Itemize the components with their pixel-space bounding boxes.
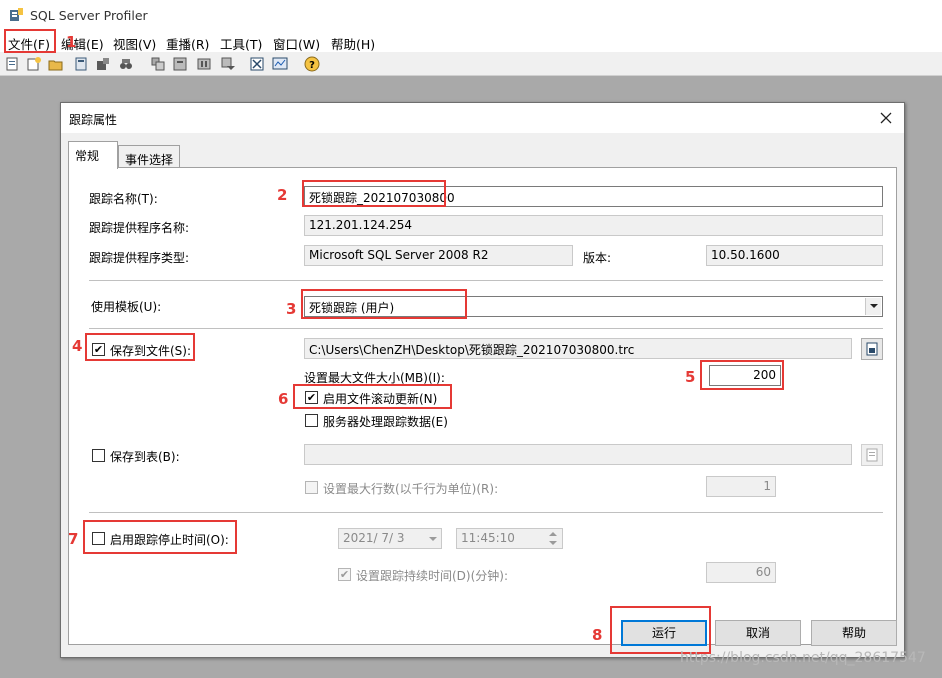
scroll-icon[interactable] xyxy=(219,56,235,72)
version-field: 10.50.1600 xyxy=(706,245,883,266)
clear-trace-icon[interactable] xyxy=(249,56,265,72)
server-processes-checkbox[interactable] xyxy=(305,414,318,427)
performance-monitor-icon[interactable] xyxy=(272,56,288,72)
new-template-icon[interactable] xyxy=(26,56,42,72)
dialog-titlebar: 跟踪属性 xyxy=(61,103,904,133)
server-processes-label: 服务器处理跟踪数据(E) xyxy=(323,415,448,429)
annotation-number: 8 xyxy=(592,626,603,644)
annotation-box-trace-name xyxy=(302,180,446,207)
menu-help[interactable]: 帮助(H) xyxy=(331,34,375,53)
menu-replay[interactable]: 重播(R) xyxy=(166,34,209,53)
stop-icon[interactable] xyxy=(196,56,212,72)
tab-general[interactable]: 常规 xyxy=(68,141,118,169)
annotation-box-template xyxy=(301,289,467,319)
divider xyxy=(89,512,883,513)
spinner-arrows-icon xyxy=(549,532,557,545)
menu-window[interactable]: 窗口(W) xyxy=(273,34,320,53)
stop-date-picker[interactable]: 2021/ 7/ 3 xyxy=(338,528,442,549)
annotation-number: 2 xyxy=(277,186,288,204)
annotation-box-save-to-file xyxy=(85,333,195,361)
trace-name-label: 跟踪名称(T): xyxy=(89,192,158,206)
app-titlebar: SQL Server Profiler xyxy=(0,0,942,30)
stop-date-value: 2021/ 7/ 3 xyxy=(343,531,405,545)
template-dropdown-button[interactable] xyxy=(865,298,881,315)
annotation-box-max-file-size xyxy=(700,360,784,390)
max-rows-checkbox[interactable] xyxy=(305,481,318,494)
cancel-button[interactable]: 取消 xyxy=(715,620,801,646)
save-file-icon xyxy=(866,342,878,356)
provider-type-field: Microsoft SQL Server 2008 R2 xyxy=(304,245,573,266)
annotation-box-file-menu xyxy=(4,29,56,53)
annotation-number: 7 xyxy=(68,530,79,548)
annotation-number: 5 xyxy=(685,368,696,386)
stop-time-value: 11:45:10 xyxy=(461,531,515,545)
help-icon[interactable]: ? xyxy=(304,56,320,72)
annotation-box-stop-time xyxy=(83,520,237,554)
max-rows-label: 设置最大行数(以千行为单位)(R): xyxy=(323,482,499,496)
toolbar: ? xyxy=(0,52,942,76)
pause-icon[interactable] xyxy=(172,56,188,72)
max-rows-input[interactable]: 1 xyxy=(706,476,776,497)
dialog-title: 跟踪属性 xyxy=(69,113,118,127)
provider-type-label: 跟踪提供程序类型: xyxy=(89,251,190,265)
menu-bar: 文件(F) 编辑(E) 视图(V) 重播(R) 工具(T) 窗口(W) 帮助(H… xyxy=(0,30,942,52)
annotation-number: 3 xyxy=(286,300,297,318)
general-tab-panel: 跟踪名称(T): 死锁跟踪_202107030800 跟踪提供程序名称: 121… xyxy=(68,167,897,645)
annotation-box-run-button xyxy=(610,606,711,654)
version-label: 版本: xyxy=(583,251,612,265)
help-button[interactable]: 帮助 xyxy=(811,620,897,646)
divider xyxy=(89,280,883,281)
profiler-app-icon xyxy=(10,8,23,21)
properties-icon[interactable] xyxy=(73,56,89,72)
open-folder-icon[interactable] xyxy=(48,56,64,72)
provider-name-label: 跟踪提供程序名称: xyxy=(89,221,190,235)
table-icon xyxy=(866,448,878,462)
watermark-text: https://blog.csdn.net/qq_28617547 xyxy=(680,650,926,666)
template-label: 使用模板(U): xyxy=(91,300,162,314)
run-icon[interactable] xyxy=(150,56,166,72)
provider-name-field: 121.201.124.254 xyxy=(304,215,883,236)
svg-text:?: ? xyxy=(309,60,315,71)
find-icon[interactable] xyxy=(118,56,134,72)
browse-file-button[interactable] xyxy=(861,338,883,360)
annotation-number: 4 xyxy=(72,337,83,355)
annotation-number: 6 xyxy=(278,390,289,408)
replay-icon[interactable] xyxy=(95,56,111,72)
chevron-down-icon xyxy=(870,304,878,308)
browse-table-button[interactable] xyxy=(861,444,883,466)
menu-view[interactable]: 视图(V) xyxy=(113,34,156,53)
divider xyxy=(89,328,883,329)
set-duration-checkbox[interactable]: ✔ xyxy=(338,568,351,581)
annotation-box-rollover xyxy=(293,384,452,409)
set-duration-label: 设置跟踪持续时间(D)(分钟): xyxy=(356,569,509,583)
save-to-table-checkbox[interactable] xyxy=(92,449,105,462)
duration-input[interactable]: 60 xyxy=(706,562,776,583)
menu-tools[interactable]: 工具(T) xyxy=(220,34,262,53)
new-trace-icon[interactable] xyxy=(5,56,21,72)
close-icon[interactable] xyxy=(876,108,896,128)
app-title: SQL Server Profiler xyxy=(30,8,148,23)
annotation-number: 1 xyxy=(66,33,77,51)
chevron-down-icon xyxy=(429,537,437,541)
table-destination-field xyxy=(304,444,852,465)
file-path-field: C:\Users\ChenZH\Desktop\死锁跟踪_20210703080… xyxy=(304,338,852,359)
save-to-table-label: 保存到表(B): xyxy=(110,450,180,464)
